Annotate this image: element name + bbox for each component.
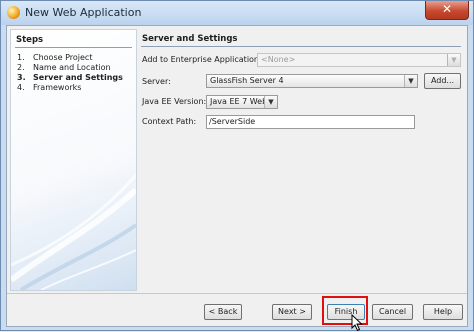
step-frameworks: 4. Frameworks xyxy=(17,83,81,92)
steps-title: Steps xyxy=(16,35,44,45)
panel-divider xyxy=(141,46,461,47)
app-icon xyxy=(7,6,20,19)
server-combo[interactable]: GlassFish Server 4 ▼ xyxy=(206,74,418,88)
dialog-body: Steps 1. Choose Project 2. Name and Locati… xyxy=(6,25,468,332)
context-path-field[interactable]: /ServerSide xyxy=(206,115,415,129)
enterprise-app-combo: <None> ▼ xyxy=(257,53,461,67)
java-ee-version-combo[interactable]: Java EE 7 Web ▼ xyxy=(206,95,278,109)
step-label: Frameworks xyxy=(33,83,82,92)
server-value: GlassFish Server 4 xyxy=(210,76,284,85)
steps-panel: Steps 1. Choose Project 2. Name and Locati… xyxy=(10,29,137,291)
back-button[interactable]: < Back xyxy=(204,304,242,320)
title-bar[interactable]: New Web Application ✕ xyxy=(1,1,473,25)
add-server-button[interactable]: Add... xyxy=(424,73,461,89)
chevron-down-icon[interactable]: ▼ xyxy=(264,96,277,108)
java-ee-version-value: Java EE 7 Web xyxy=(210,97,268,106)
step-choose-project: 1. Choose Project xyxy=(17,53,92,62)
step-number: 3. xyxy=(17,73,26,82)
context-path-label: Context Path: xyxy=(142,117,197,126)
enterprise-app-label: Add to Enterprise Application: xyxy=(142,55,262,64)
step-label: Name and Location xyxy=(33,63,111,72)
chevron-down-icon[interactable]: ▼ xyxy=(404,75,417,87)
step-server-and-settings: 3. Server and Settings xyxy=(17,73,123,82)
close-icon[interactable]: ✕ xyxy=(425,1,469,20)
step-label: Server and Settings xyxy=(33,73,123,82)
step-number: 4. xyxy=(17,83,25,92)
server-label: Server: xyxy=(142,77,171,86)
dialog-window: New Web Application ✕ Steps 1. Choose Pro… xyxy=(0,0,474,332)
next-button[interactable]: Next > xyxy=(272,304,312,320)
step-number: 1. xyxy=(17,53,25,62)
settings-panel: Server and Settings Add to Enterprise Ap… xyxy=(141,29,463,291)
button-bar-divider xyxy=(7,293,467,294)
decorative-swoosh xyxy=(11,174,136,290)
panel-title: Server and Settings xyxy=(142,34,238,44)
step-label: Choose Project xyxy=(33,53,93,62)
chevron-down-icon: ▼ xyxy=(447,54,460,66)
enterprise-app-value: <None> xyxy=(261,55,296,64)
help-button[interactable]: Help xyxy=(423,304,463,320)
cancel-button[interactable]: Cancel xyxy=(372,304,413,320)
window-title: New Web Application xyxy=(25,6,142,19)
step-name-and-location: 2. Name and Location xyxy=(17,63,111,72)
step-number: 2. xyxy=(17,63,25,72)
steps-divider xyxy=(15,47,132,48)
java-ee-version-label: Java EE Version: xyxy=(142,97,207,106)
mouse-pointer-icon xyxy=(351,314,363,332)
